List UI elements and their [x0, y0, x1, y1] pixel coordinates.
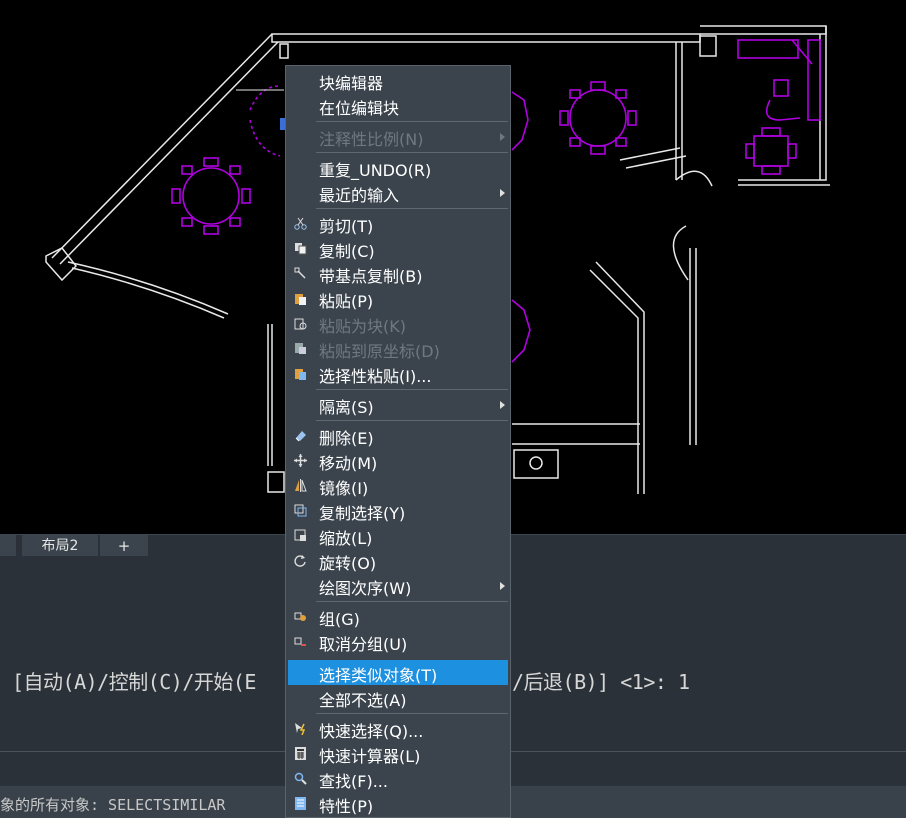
move-icon — [294, 454, 307, 467]
menu-item-isolate[interactable]: 隔离(S) — [286, 392, 510, 417]
menu-item-paste-as-block: 粘贴为块(K) — [286, 311, 510, 336]
menu-item-quick-select[interactable]: 快速选择(Q)... — [286, 716, 510, 741]
menu-label: 在位编辑块 — [319, 99, 400, 118]
menu-item-move[interactable]: 移动(M) — [286, 448, 510, 473]
menu-label: 复制(C) — [319, 242, 375, 261]
menu-item-properties[interactable]: 特性(P) — [286, 791, 510, 816]
menu-separator — [316, 420, 508, 421]
quick-select-icon — [295, 723, 306, 735]
submenu-arrow-icon — [500, 189, 505, 197]
group-icon — [294, 612, 306, 621]
menu-item-inplace-edit[interactable]: 在位编辑块 — [286, 93, 510, 118]
menu-label: 镜像(I) — [319, 479, 369, 498]
command-prompt-right: /后退(B)] <1>: 1 — [512, 670, 690, 694]
menu-item-annotative-scale: 注释性比例(N) — [286, 124, 510, 149]
menu-item-recent-input[interactable]: 最近的输入 — [286, 180, 510, 205]
eraser-icon — [295, 431, 306, 442]
menu-label: 选择性粘贴(I)... — [319, 367, 432, 386]
menu-item-deselect-all[interactable]: 全部不选(A) — [286, 685, 510, 710]
paste-icon — [295, 294, 306, 305]
menu-item-draw-order[interactable]: 绘图次序(W) — [286, 573, 510, 598]
menu-label: 旋转(O) — [319, 554, 377, 573]
menu-label: 复制选择(Y) — [319, 504, 406, 523]
menu-item-mirror[interactable]: 镜像(I) — [286, 473, 510, 498]
copy-base-point-icon — [294, 267, 306, 279]
paste-to-original-icon — [295, 343, 306, 354]
menu-label: 全部不选(A) — [319, 691, 407, 710]
menu-label: 注释性比例(N) — [319, 130, 424, 149]
menu-label: 查找(F)... — [319, 772, 388, 791]
menu-label: 绘图次序(W) — [319, 579, 412, 598]
menu-label: 粘贴到原坐标(D) — [319, 342, 440, 361]
menu-item-erase[interactable]: 删除(E) — [286, 423, 510, 448]
tab-layout2[interactable]: 布局2 — [22, 535, 98, 557]
menu-label: 剪切(T) — [319, 217, 374, 236]
menu-item-rotate[interactable]: 旋转(O) — [286, 548, 510, 573]
menu-label: 粘贴(P) — [319, 292, 374, 311]
menu-label: 重复_UNDO(R) — [319, 161, 432, 180]
command-status-text: 象的所有对象: SELECTSIMILAR — [0, 796, 226, 814]
menu-label: 移动(M) — [319, 454, 378, 473]
calculator-icon — [295, 747, 306, 760]
menu-label: 组(G) — [319, 610, 360, 629]
menu-label: 删除(E) — [319, 429, 374, 448]
menu-item-copy[interactable]: 复制(C) — [286, 236, 510, 261]
command-prompt-left: [自动(A)/控制(C)/开始(E — [12, 670, 256, 694]
menu-label: 带基点复制(B) — [319, 267, 423, 286]
menu-item-find[interactable]: 查找(F)... — [286, 766, 510, 791]
mirror-icon — [295, 479, 307, 492]
menu-label: 最近的输入 — [319, 186, 400, 205]
menu-item-paste-special[interactable]: 选择性粘贴(I)... — [286, 361, 510, 386]
menu-item-paste[interactable]: 粘贴(P) — [286, 286, 510, 311]
menu-label: 取消分组(U) — [319, 635, 408, 654]
menu-item-paste-to-original: 粘贴到原坐标(D) — [286, 336, 510, 361]
menu-label: 块编辑器 — [319, 74, 384, 93]
menu-item-cut[interactable]: 剪切(T) — [286, 211, 510, 236]
menu-label: 隔离(S) — [319, 398, 374, 417]
scale-icon — [294, 529, 306, 541]
menu-label: 快速选择(Q)... — [319, 722, 424, 741]
properties-icon — [295, 797, 306, 810]
menu-separator — [316, 601, 508, 602]
add-layout-button[interactable]: + — [100, 535, 148, 557]
copy-icon — [295, 243, 307, 255]
find-icon — [294, 772, 307, 785]
menu-separator — [316, 389, 508, 390]
menu-item-copy-base-point[interactable]: 带基点复制(B) — [286, 261, 510, 286]
menu-separator — [316, 121, 508, 122]
scissors-icon — [294, 217, 307, 230]
rotate-icon — [294, 555, 306, 567]
submenu-arrow-icon — [500, 582, 505, 590]
submenu-arrow-icon — [500, 133, 505, 141]
menu-label: 粘贴为块(K) — [319, 317, 406, 336]
menu-item-repeat-undo[interactable]: 重复_UNDO(R) — [286, 155, 510, 180]
menu-item-block-editor[interactable]: 块编辑器 — [286, 68, 510, 93]
ungroup-icon — [294, 637, 306, 646]
paste-special-icon — [295, 369, 306, 380]
menu-separator — [316, 713, 508, 714]
menu-item-copy-selection[interactable]: 复制选择(Y) — [286, 498, 510, 523]
menu-item-ungroup[interactable]: 取消分组(U) — [286, 629, 510, 654]
menu-item-group[interactable]: 组(G) — [286, 604, 510, 629]
copy-selection-icon — [294, 504, 307, 517]
tab-model[interactable] — [0, 535, 16, 557]
menu-label: 缩放(L) — [319, 529, 373, 548]
menu-item-scale[interactable]: 缩放(L) — [286, 523, 510, 548]
context-menu: 块编辑器 在位编辑块 注释性比例(N) 重复_UNDO(R) 最近的输入 剪切(… — [285, 65, 511, 818]
submenu-arrow-icon — [500, 401, 505, 409]
menu-label: 选择类似对象(T) — [319, 666, 438, 685]
menu-item-select-similar[interactable]: 选择类似对象(T) — [288, 660, 508, 685]
paste-as-block-icon — [294, 318, 307, 330]
menu-separator — [316, 208, 508, 209]
menu-separator — [316, 152, 508, 153]
menu-item-quick-calc[interactable]: 快速计算器(L) — [286, 741, 510, 766]
menu-label: 特性(P) — [319, 797, 374, 816]
menu-label: 快速计算器(L) — [319, 747, 421, 766]
